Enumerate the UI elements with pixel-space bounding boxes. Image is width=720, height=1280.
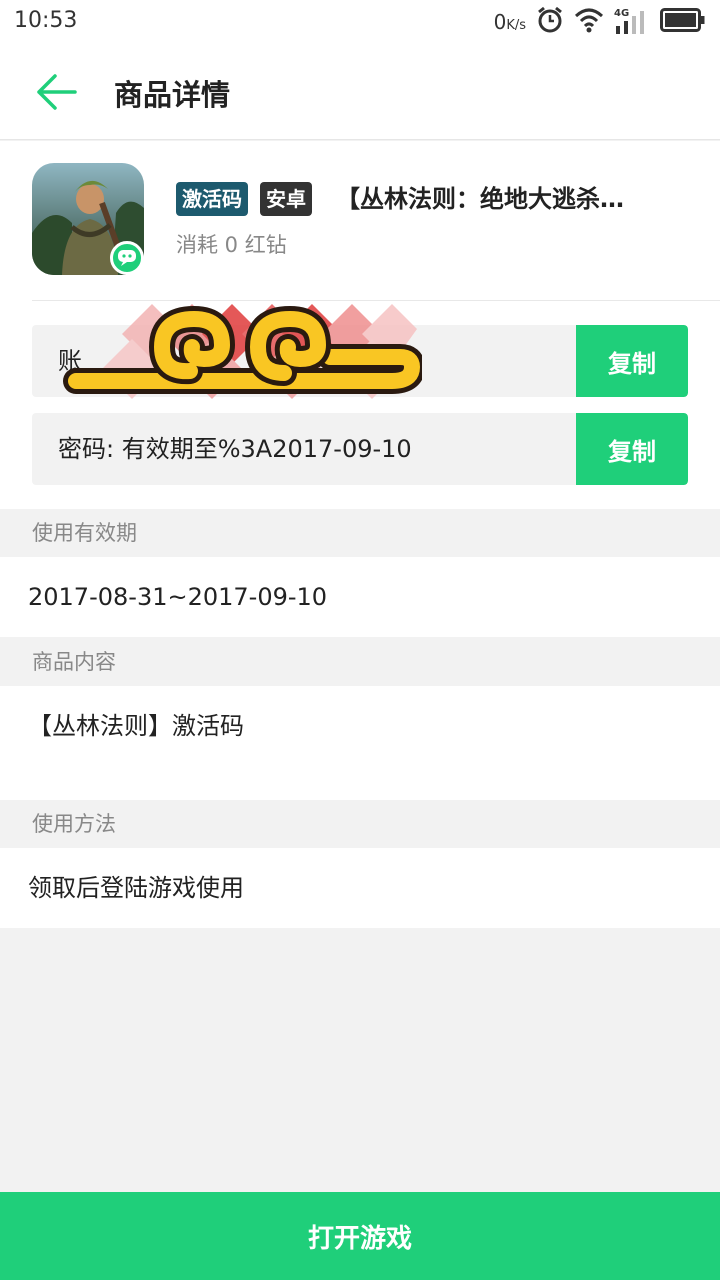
net-speed-unit: K/s — [506, 18, 526, 33]
wifi-icon — [574, 7, 604, 37]
arrow-left-icon — [37, 74, 77, 110]
tag-platform: 安卓 — [260, 182, 312, 216]
product-card: 激活码 安卓 【丛林法则：绝地大逃杀… 消耗 0 红钻 账 复制 密码: 有效期… — [0, 141, 720, 509]
status-icons: 0 K/s 4G — [494, 6, 706, 38]
open-game-button[interactable]: 打开游戏 — [0, 1192, 720, 1280]
product-name: 【丛林法则：绝地大逃杀… — [336, 185, 624, 213]
status-time: 10:53 — [14, 8, 78, 33]
password-text[interactable]: 密码: 有效期至%3A2017-09-10 — [58, 413, 412, 485]
battery-icon — [660, 8, 706, 36]
content-value: 【丛林法则】激活码 — [0, 686, 720, 800]
validity-label: 使用有效期 — [0, 509, 720, 557]
header: 商品详情 — [0, 44, 720, 140]
cloud-sticker-overlay — [62, 289, 426, 419]
status-bar: 10:53 0 K/s 4G — [0, 0, 720, 44]
page-title: 商品详情 — [114, 78, 231, 112]
net-speed: 0 K/s — [494, 10, 526, 34]
product-tags: 激活码 安卓 — [176, 182, 324, 216]
password-row: 密码: 有效期至%3A2017-09-10 复制 — [32, 413, 688, 485]
back-button[interactable] — [30, 66, 82, 118]
signal-icon: 4G — [614, 8, 650, 36]
tag-activation-code: 激活码 — [176, 182, 248, 216]
copy-password-button[interactable]: 复制 — [576, 413, 688, 485]
chat-badge-icon — [110, 241, 144, 275]
usage-value: 领取后登陆游戏使用 — [0, 848, 720, 928]
net-speed-value: 0 — [493, 10, 507, 34]
usage-label: 使用方法 — [0, 800, 720, 848]
signal-type-label: 4G — [614, 8, 630, 19]
content-label: 商品内容 — [0, 638, 720, 686]
alarm-icon — [536, 6, 564, 38]
product-cost: 消耗 0 红钻 — [176, 233, 287, 257]
validity-value: 2017-08-31~2017-09-10 — [0, 557, 720, 637]
copy-account-button[interactable]: 复制 — [576, 325, 688, 397]
